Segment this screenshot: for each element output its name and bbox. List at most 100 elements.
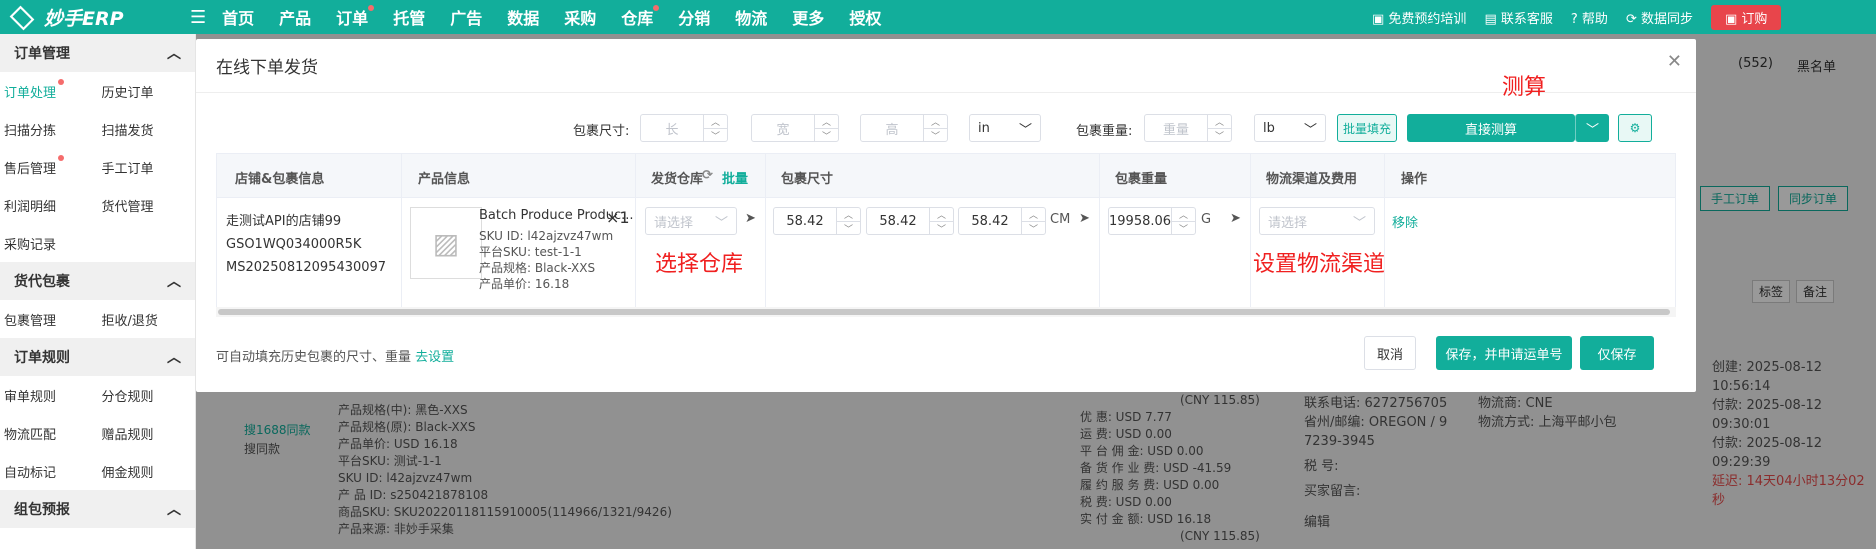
sidebar-item-gift-rule[interactable]: 赠品规则	[98, 424, 196, 443]
col-channel: 物流渠道及费用	[1266, 172, 1358, 187]
nav-orders[interactable]: 订单	[336, 5, 375, 29]
chevron-up-icon: ︿	[167, 46, 181, 62]
sidebar-item-package-mgmt[interactable]: 包裹管理	[0, 310, 98, 329]
sidebar-item-purchase-record[interactable]: 采购记录	[0, 234, 100, 253]
sidebar-item-reject-return[interactable]: 拒收/退货	[98, 310, 196, 329]
order-button[interactable]: ▣ 订购	[1710, 4, 1782, 30]
product-price: 产品单价: 16.18	[479, 277, 570, 291]
increment-icon[interactable]: ︿	[815, 115, 838, 128]
increment-icon[interactable]: ︿	[1022, 208, 1045, 221]
go-settings-link[interactable]: 去设置	[415, 350, 454, 365]
batch-warehouse-link[interactable]: 批量	[722, 168, 748, 187]
size-unit-select[interactable]: in ﹀	[969, 114, 1041, 142]
sidebar-item-auto-tag[interactable]: 自动标记	[0, 462, 98, 481]
dim-width-input[interactable]: 58.42 ︿ ﹀	[866, 207, 954, 235]
increment-icon[interactable]: ︿	[837, 208, 860, 221]
send-icon[interactable]: ➤	[1230, 211, 1241, 226]
close-icon[interactable]: ✕	[1667, 51, 1682, 72]
increment-icon[interactable]: ︿	[930, 208, 953, 221]
product-spec: 产品规格: Black-XXS	[479, 261, 596, 275]
sidebar-item-audit-rule[interactable]: 审单规则	[0, 386, 98, 405]
footer-note: 可自动填充历史包裹的尺寸、重量 去设置	[216, 346, 454, 365]
nav-more[interactable]: 更多	[792, 5, 824, 29]
increment-icon[interactable]: ︿	[704, 115, 727, 128]
support-label: 联系客服	[1500, 11, 1553, 27]
sidebar-item-split-rule[interactable]: 分仓规则	[98, 386, 196, 405]
sidebar-item-order-process[interactable]: 订单处理	[0, 78, 98, 101]
increment-icon[interactable]: ︿	[1208, 115, 1231, 128]
remove-link[interactable]: 移除	[1392, 212, 1418, 231]
decrement-icon[interactable]: ﹀	[924, 128, 947, 142]
chevron-down-icon: ﹀	[1585, 122, 1599, 138]
sidebar-group-orders[interactable]: 订单管理 ︿	[0, 34, 195, 72]
horizontal-scrollbar[interactable]	[216, 307, 1676, 317]
sidebar-item-logistics-match[interactable]: 物流匹配	[0, 424, 98, 443]
sidebar-item-scan-ship[interactable]: 扫描发货	[98, 120, 196, 139]
decrement-icon[interactable]: ﹀	[1022, 221, 1045, 235]
warehouse-placeholder: 请选择	[654, 215, 694, 231]
nav-data[interactable]: 数据	[507, 5, 539, 29]
send-icon[interactable]: ➤	[1079, 211, 1090, 226]
save-only-button[interactable]: 仅保存	[1580, 336, 1654, 370]
cancel-button[interactable]: 取消	[1364, 336, 1416, 370]
menu-icon[interactable]: ☰	[190, 7, 206, 28]
nav-warehouse[interactable]: 仓库	[621, 5, 660, 29]
sidebar-group-prealert[interactable]: 组包预报 ︿	[0, 490, 195, 528]
dialog-header: 在线下单发货	[196, 39, 1696, 93]
nav-authorize[interactable]: 授权	[849, 5, 881, 29]
nav-logistics[interactable]: 物流	[735, 5, 767, 29]
sidebar-item-aftersale[interactable]: 售后管理	[0, 154, 98, 177]
sync-label: 数据同步	[1640, 11, 1693, 27]
increment-icon[interactable]: ︿	[924, 115, 947, 128]
sidebar-item-manual-order[interactable]: 手工订单	[98, 158, 196, 177]
weight-input[interactable]: 重量 ︿ ﹀	[1144, 114, 1232, 142]
weight-unit-select[interactable]: lb ﹀	[1254, 114, 1326, 142]
channel-select[interactable]: 请选择 ﹀	[1259, 207, 1375, 235]
refresh-icon[interactable]: ⟳	[702, 168, 713, 183]
support-link[interactable]: ▤ 联系客服	[1484, 8, 1552, 27]
width-placeholder: 宽	[776, 122, 790, 138]
nav-ads[interactable]: 广告	[450, 5, 482, 29]
send-icon[interactable]: ➤	[745, 211, 756, 226]
sidebar-item-scan-sort[interactable]: 扫描分拣	[0, 120, 98, 139]
batch-fill-button[interactable]: 批量填充	[1337, 114, 1397, 142]
warehouse-select[interactable]: 请选择 ﹀	[645, 207, 737, 235]
nav-purchase[interactable]: 采购	[564, 5, 596, 29]
height-input[interactable]: 高 ︿ ﹀	[860, 114, 948, 142]
dim-height-input[interactable]: 58.42 ︿ ﹀	[958, 207, 1046, 235]
save-apply-button[interactable]: 保存，并申请运单号	[1436, 336, 1572, 370]
sidebar-item-history[interactable]: 历史订单	[98, 82, 196, 101]
decrement-icon[interactable]: ﹀	[704, 128, 727, 142]
nav-hosting[interactable]: 托管	[393, 5, 425, 29]
decrement-icon[interactable]: ﹀	[1172, 221, 1195, 235]
decrement-icon[interactable]: ﹀	[930, 221, 953, 235]
decrement-icon[interactable]: ﹀	[1208, 128, 1231, 142]
scrollbar-thumb[interactable]	[218, 309, 1670, 315]
app-logo[interactable]: 妙手ERP	[8, 4, 124, 31]
increment-icon[interactable]: ︿	[1172, 208, 1195, 221]
annotation-measure: 测算	[1502, 75, 1547, 100]
dim-length-input[interactable]: 58.42 ︿ ﹀	[773, 207, 861, 235]
pkg-weight-input[interactable]: 19958.06 ︿ ﹀	[1108, 207, 1196, 235]
sync-link[interactable]: ⟳ 数据同步	[1626, 8, 1693, 27]
chevron-down-icon: ﹀	[1018, 122, 1032, 138]
nav-home[interactable]: 首页	[222, 5, 254, 29]
length-input[interactable]: 长 ︿ ﹀	[640, 114, 728, 142]
measure-dropdown-button[interactable]: ﹀	[1575, 114, 1609, 142]
sidebar-item-commission-rule[interactable]: 佣金规则	[98, 462, 196, 481]
annotation-warehouse: 选择仓库	[655, 252, 744, 277]
decrement-icon[interactable]: ﹀	[815, 128, 838, 142]
measure-button[interactable]: 直接测算	[1407, 114, 1575, 142]
training-link[interactable]: ▣ 免费预约培训	[1372, 8, 1466, 27]
nav-distribution[interactable]: 分销	[678, 5, 710, 29]
sidebar-item-profit[interactable]: 利润明细	[0, 196, 98, 215]
nav-products[interactable]: 产品	[279, 5, 311, 29]
settings-button[interactable]: ⚙	[1618, 114, 1652, 142]
decrement-icon[interactable]: ﹀	[837, 221, 860, 235]
sidebar-group-packages[interactable]: 货代包裹 ︿	[0, 262, 195, 300]
sidebar-group-rules[interactable]: 订单规则 ︿	[0, 338, 195, 376]
chevron-up-icon: ︿	[167, 350, 181, 366]
help-link[interactable]: ? 帮助	[1571, 8, 1608, 27]
width-input[interactable]: 宽 ︿ ﹀	[751, 114, 839, 142]
sidebar-item-forwarder[interactable]: 货代管理	[98, 196, 196, 215]
